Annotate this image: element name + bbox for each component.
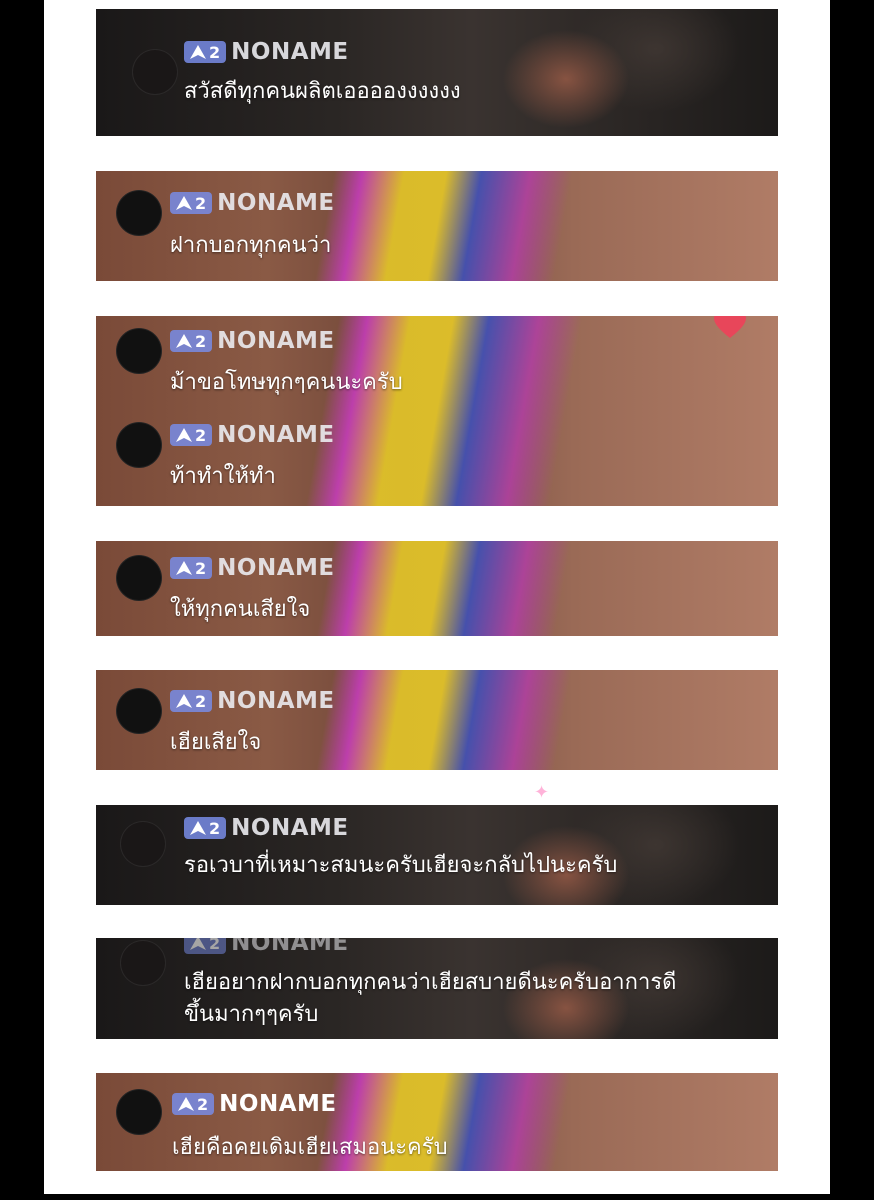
comment-meta: 2 NONAME [170,422,335,448]
level-badge: 2 [184,817,227,839]
level-badge: 2 [170,690,213,712]
comment-message-line-1: เฮียอยากฝากบอกทุกคนว่าเฮียสบายดีนะครับอา… [184,970,677,995]
comment-strip: 2 NONAME รอเวบาที่เหมาะสมนะครับเฮียจะกลั… [96,805,778,905]
level-number: 2 [209,42,221,62]
username[interactable]: NONAME [219,1091,336,1117]
level-badge: 2 [184,41,227,63]
comment-strip: 2 NONAME เฮียอยากฝากบอกทุกคนว่าเฮียสบายด… [96,938,778,1039]
avatar[interactable] [132,49,178,95]
username[interactable]: NONAME [231,938,348,956]
level-badge: 2 [170,557,213,579]
comment-strip: 2 NONAME ม้าขอโทษทุกๆคนนะครับ 2 NONAME ท… [96,316,778,506]
username[interactable]: NONAME [231,39,348,65]
username[interactable]: NONAME [217,688,334,714]
level-number: 2 [195,425,207,445]
comment-message-line-2: ขึ้นมากๆๆครับ [184,1002,319,1027]
heart-icon [714,316,746,338]
level-number: 2 [195,331,207,351]
comment-message: สวัสดีทุกคนผลิตเอออองงงงงง [184,79,461,104]
username[interactable]: NONAME [217,328,334,354]
comment-strip: 2 NONAME ให้ทุกคนเสียใจ [96,541,778,636]
username[interactable]: NONAME [217,422,334,448]
level-number: 2 [209,938,221,953]
avatar[interactable] [116,190,162,236]
comment-meta: 2 NONAME [170,190,335,216]
avatar[interactable] [116,422,162,468]
comment-strip: 2 NONAME เฮียคือคยเดิมเฮียเสมอนะครับ [96,1073,778,1171]
comment-meta: 2 NONAME [184,815,349,841]
comment-meta: 2 NONAME [170,555,335,581]
level-arrow-icon [190,821,206,835]
comment-message: ฝากบอกทุกคนว่า [170,233,332,258]
level-arrow-icon [178,1097,194,1111]
comment-meta: 2 NONAME [172,1091,337,1117]
comment-message: ท้าทำให้ทำ [170,464,276,489]
level-arrow-icon [190,938,206,950]
level-number: 2 [195,691,207,711]
level-arrow-icon [176,196,192,210]
comment-message: ให้ทุกคนเสียใจ [170,597,311,622]
level-arrow-icon [176,334,192,348]
level-number: 2 [195,193,207,213]
level-arrow-icon [190,45,206,59]
username[interactable]: NONAME [217,555,334,581]
username[interactable]: NONAME [231,815,348,841]
avatar[interactable] [116,1089,162,1135]
sparkle-icon: ✦ [534,782,550,803]
level-badge: 2 [170,330,213,352]
comment-message: ม้าขอโทษทุกๆคนนะครับ [170,370,403,395]
avatar[interactable] [116,555,162,601]
comment-strip: 2 NONAME ฝากบอกทุกคนว่า [96,171,778,281]
comment-strip: 2 NONAME เฮียเสียใจ [96,670,778,770]
level-arrow-icon [176,694,192,708]
avatar[interactable] [120,821,166,867]
avatar[interactable] [120,940,166,986]
level-arrow-icon [176,561,192,575]
level-badge: 2 [172,1093,215,1115]
comment-message: เฮียเสียใจ [170,730,262,755]
comment-message: รอเวบาที่เหมาะสมนะครับเฮียจะกลับไปนะครับ [184,853,618,878]
comment-meta: 2 NONAME [170,688,335,714]
comment-meta: 2 NONAME [184,39,349,65]
avatar[interactable] [116,688,162,734]
avatar[interactable] [116,328,162,374]
level-badge: 2 [184,938,227,954]
level-number: 2 [197,1094,209,1114]
comment-message: เฮียคือคยเดิมเฮียเสมอนะครับ [172,1135,448,1160]
username[interactable]: NONAME [217,190,334,216]
comment-meta: 2 NONAME [184,938,349,956]
level-number: 2 [195,558,207,578]
level-number: 2 [209,818,221,838]
level-badge: 2 [170,424,213,446]
level-arrow-icon [176,428,192,442]
comment-meta: 2 NONAME [170,328,335,354]
level-badge: 2 [170,192,213,214]
comment-strip: 2 NONAME สวัสดีทุกคนผลิตเอออองงงงงง [96,9,778,136]
